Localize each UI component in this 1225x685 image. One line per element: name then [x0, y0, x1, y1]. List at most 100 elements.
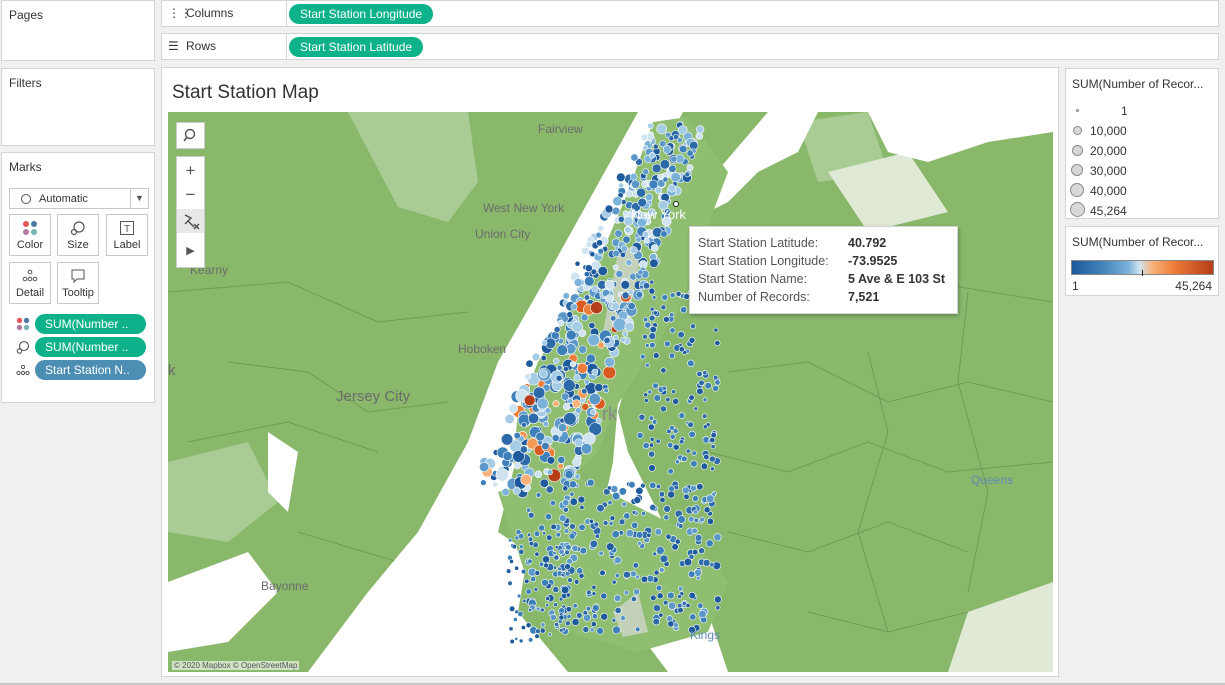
station-dot[interactable]	[663, 505, 671, 513]
filters-card[interactable]: Filters	[1, 68, 155, 146]
station-dot[interactable]	[678, 346, 685, 353]
station-dot[interactable]	[614, 556, 622, 564]
station-dot[interactable]	[623, 512, 631, 520]
mark-type-dropdown[interactable]: Automatic ▼	[9, 188, 149, 209]
station-dot[interactable]	[501, 488, 510, 497]
station-dot[interactable]	[644, 343, 650, 348]
station-dot[interactable]	[694, 533, 703, 542]
station-dot[interactable]	[552, 550, 557, 555]
station-dot[interactable]	[688, 516, 695, 523]
station-dot[interactable]	[562, 485, 569, 492]
station-dot[interactable]	[702, 424, 708, 430]
size-legend-item[interactable]: 45,264	[1066, 201, 1216, 221]
station-dot[interactable]	[522, 598, 527, 604]
station-dot[interactable]	[560, 572, 565, 577]
station-dot[interactable]	[681, 486, 690, 495]
station-dot[interactable]	[639, 284, 644, 290]
station-dot[interactable]	[562, 506, 569, 513]
station-dot[interactable]	[539, 627, 546, 634]
station-dot[interactable]	[688, 394, 695, 401]
station-dot[interactable]	[534, 570, 541, 576]
station-dot[interactable]	[712, 374, 719, 381]
station-dot[interactable]	[691, 527, 698, 534]
station-dot[interactable]	[683, 493, 690, 500]
station-dot[interactable]	[524, 373, 532, 380]
station-dot[interactable]	[558, 614, 565, 621]
station-dot[interactable]	[656, 592, 664, 600]
station-dot[interactable]	[648, 314, 656, 322]
station-dot[interactable]	[690, 323, 696, 330]
station-dot[interactable]	[640, 133, 648, 142]
station-dot[interactable]	[674, 459, 680, 465]
station-dot[interactable]	[541, 578, 549, 587]
station-dot[interactable]	[518, 533, 525, 540]
station-dot[interactable]	[539, 478, 549, 488]
station-dot[interactable]	[654, 528, 663, 536]
station-dot[interactable]	[583, 294, 591, 301]
station-dot[interactable]	[561, 392, 570, 401]
station-dot[interactable]	[531, 352, 541, 362]
station-dot[interactable]	[678, 523, 684, 529]
station-dot[interactable]	[651, 227, 663, 238]
station-dot[interactable]	[550, 523, 557, 531]
station-dot[interactable]	[664, 340, 671, 348]
station-dot[interactable]	[553, 554, 560, 561]
station-dot[interactable]	[692, 549, 699, 556]
station-dot[interactable]	[653, 569, 660, 576]
size-legend-item[interactable]: 10,000	[1066, 121, 1216, 141]
station-dot[interactable]	[564, 620, 571, 627]
station-dot[interactable]	[678, 412, 686, 419]
station-dot[interactable]	[709, 437, 716, 444]
station-dot[interactable]	[534, 633, 540, 639]
station-dot[interactable]	[569, 491, 575, 497]
station-dot[interactable]	[693, 517, 699, 524]
station-dot[interactable]	[565, 606, 572, 613]
label-button[interactable]: T Label	[106, 214, 148, 256]
station-dot[interactable]	[523, 394, 536, 407]
station-dot[interactable]	[631, 510, 637, 515]
station-dot[interactable]	[508, 538, 513, 543]
station-dot[interactable]	[633, 588, 641, 596]
station-dot[interactable]	[575, 407, 582, 414]
station-dot[interactable]	[643, 316, 649, 323]
station-dot[interactable]	[527, 536, 534, 542]
rows-shelf[interactable]: ☰ Rows Start Station Latitude	[161, 33, 1219, 60]
station-dot[interactable]	[614, 229, 623, 238]
station-dot[interactable]	[588, 518, 594, 524]
station-dot[interactable]	[594, 533, 600, 539]
station-dot[interactable]	[582, 610, 588, 616]
station-dot[interactable]	[514, 637, 519, 641]
station-dot[interactable]	[546, 469, 553, 476]
station-dot[interactable]	[564, 549, 570, 556]
station-dot[interactable]	[710, 444, 716, 450]
station-dot[interactable]	[702, 370, 708, 376]
station-dot[interactable]	[588, 322, 596, 330]
station-dot[interactable]	[535, 606, 541, 612]
station-dot[interactable]	[535, 492, 542, 498]
station-dot[interactable]	[527, 558, 533, 564]
station-dot[interactable]	[662, 145, 672, 154]
station-dot[interactable]	[649, 481, 657, 490]
station-dot[interactable]	[553, 602, 558, 607]
station-dot[interactable]	[652, 352, 660, 359]
station-dot[interactable]	[681, 455, 688, 462]
station-dot[interactable]	[623, 590, 630, 596]
station-dot[interactable]	[557, 566, 562, 571]
station-dot[interactable]	[535, 628, 541, 634]
station-dot[interactable]	[591, 584, 597, 590]
station-dot[interactable]	[624, 226, 632, 234]
station-dot[interactable]	[667, 591, 675, 600]
station-dot[interactable]	[685, 448, 691, 454]
station-dot[interactable]	[571, 618, 580, 626]
station-dot[interactable]	[637, 197, 647, 208]
station-dot[interactable]	[666, 428, 672, 435]
station-dot[interactable]	[648, 450, 656, 458]
station-dot[interactable]	[609, 515, 616, 522]
station-dot[interactable]	[591, 604, 600, 612]
station-dot[interactable]	[650, 594, 657, 602]
station-dot[interactable]	[703, 506, 711, 514]
station-dot[interactable]	[650, 244, 659, 252]
station-dot[interactable]	[649, 341, 656, 349]
station-dot[interactable]	[659, 159, 671, 170]
station-dot[interactable]	[583, 613, 592, 622]
